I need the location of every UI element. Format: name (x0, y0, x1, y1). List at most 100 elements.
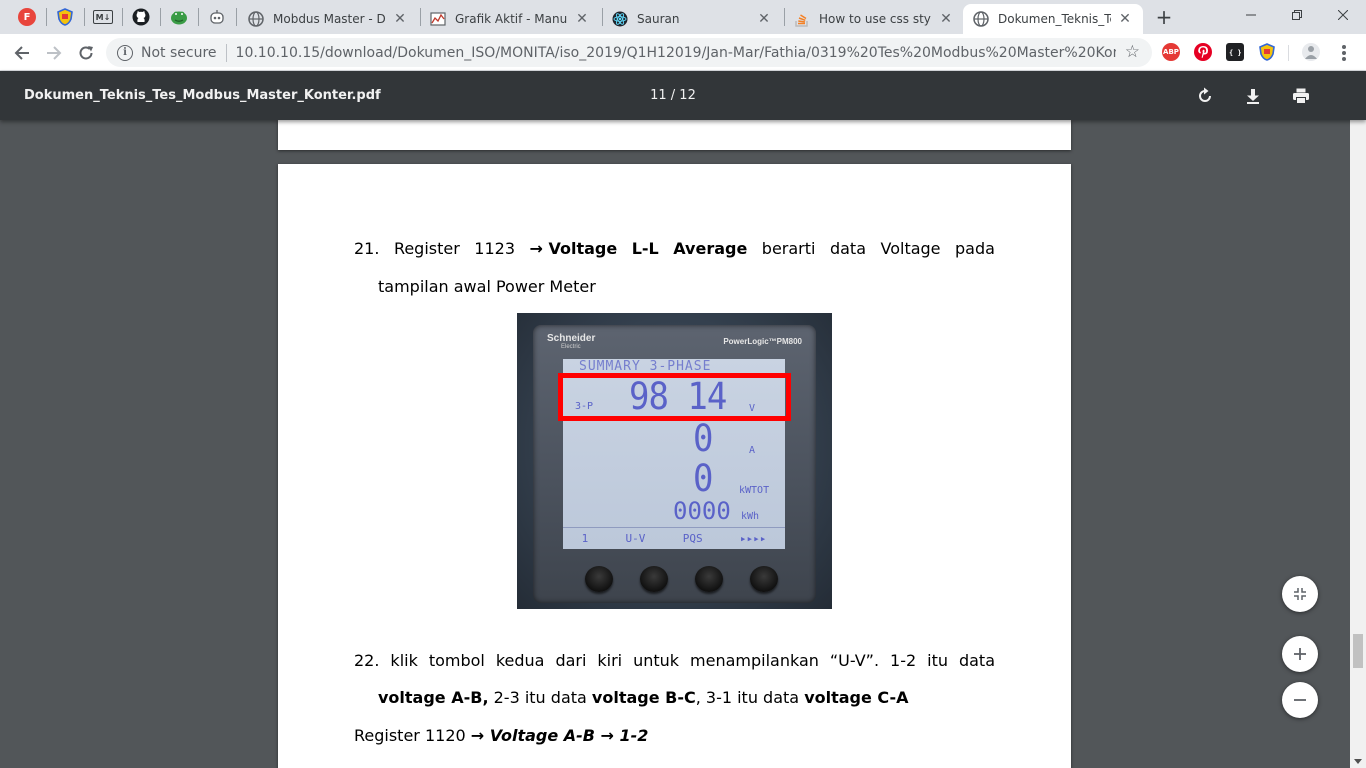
globe-icon (248, 11, 264, 27)
close-icon[interactable]: ✕ (1117, 11, 1133, 27)
rotate-button[interactable] (1192, 83, 1218, 109)
info-icon[interactable]: i (117, 44, 133, 61)
stackoverflow-icon (794, 11, 810, 27)
reload-icon (79, 46, 93, 60)
minimize-button[interactable] (1228, 0, 1274, 30)
lcd-row4-value: 0000 (673, 497, 731, 525)
text-word: Average (673, 239, 748, 258)
pinned-tab-firefox[interactable]: F (9, 4, 45, 30)
pdf-page: 21. Register 1123 → Voltage L-L Average … (278, 164, 1071, 768)
fit-to-page-button[interactable] (1282, 576, 1318, 612)
shield-icon (56, 8, 74, 26)
close-icon[interactable]: ✕ (756, 11, 772, 27)
rotate-icon (1199, 87, 1211, 102)
svg-text:{ }: { } (1229, 49, 1241, 56)
tab-how-to-use-css[interactable]: How to use css style in ✕ (784, 4, 964, 34)
profile-avatar-icon[interactable] (1302, 43, 1320, 61)
close-icon[interactable]: ✕ (574, 11, 590, 27)
register-line: Register 1120 → Voltage A-B → 1-2 (354, 726, 648, 745)
tab-title: Dokumen_Teknis_Tes_ (998, 12, 1111, 26)
zoom-in-button[interactable] (1282, 636, 1318, 672)
text-word: → Voltage (529, 239, 618, 258)
download-icon (1247, 89, 1259, 104)
text-word: Register (393, 239, 460, 258)
pinterest-icon[interactable] (1194, 43, 1212, 61)
download-button[interactable] (1240, 83, 1266, 109)
tab-title: Sauran (637, 12, 680, 26)
softkey-label: PQS (682, 532, 703, 545)
lcd-header: SUMMARY 3-PHASE (579, 359, 712, 374)
text-run: , 3-1 itu data (695, 688, 805, 707)
list-number: 22. (354, 651, 380, 670)
pinned-tab-github[interactable] (123, 4, 159, 30)
text-word: kiri (597, 651, 623, 670)
text-run: → Voltage A-B → 1-2 (470, 726, 649, 745)
softkey-label: 1 (581, 532, 589, 545)
item-22-line-2: voltage A-B, 2-3 itu data voltage B-C, 3… (378, 688, 909, 707)
restore-icon (1292, 10, 1302, 20)
chart-image-icon (430, 11, 446, 27)
new-tab-button[interactable]: + (1152, 6, 1176, 30)
restore-button[interactable] (1274, 0, 1320, 30)
text-word: kedua (495, 651, 545, 670)
text-word: klik (390, 651, 418, 670)
github-icon (132, 8, 150, 26)
reload-button[interactable] (72, 39, 100, 67)
item-22-line-1: 22. klik tombol kedua dari kiri untuk me… (354, 651, 995, 670)
security-label: Not secure (141, 44, 217, 61)
text-word: menampilankan (690, 651, 819, 670)
tab-mobdus-master[interactable]: Mobdus Master - Doc ✕ (238, 4, 418, 34)
item-21-line-1: 21. Register 1123 → Voltage L-L Average … (354, 239, 995, 258)
meter-button (585, 566, 613, 592)
text-word: data (829, 239, 867, 258)
tab-title: How to use css style in (819, 12, 932, 26)
pinned-tab-shield[interactable] (47, 4, 83, 30)
tab-grafik-aktif[interactable]: Grafik Aktif - Manual ✕ (420, 4, 600, 34)
json-viewer-icon[interactable]: { } (1226, 43, 1244, 61)
text-word: Voltage (880, 239, 941, 258)
highlight-box (558, 373, 791, 421)
fit-page-icon (1294, 588, 1306, 600)
close-icon[interactable]: ✕ (938, 11, 954, 27)
address-bar[interactable]: i Not secure 10.10.10.15/download/Dokume… (106, 38, 1152, 67)
back-button[interactable] (8, 39, 36, 67)
pinned-tab-markdown[interactable]: M↓ (85, 4, 121, 30)
url-text[interactable]: 10.10.10.15/download/Dokumen_ISO/MONITA/… (236, 45, 1116, 61)
scroll-down-arrow-icon[interactable] (1354, 759, 1362, 764)
minimize-icon (1246, 14, 1256, 16)
text-word: berarti (761, 239, 816, 258)
tab-separator (236, 8, 237, 26)
forward-button[interactable] (40, 39, 68, 67)
pinned-tab-frog[interactable] (161, 4, 197, 30)
power-meter-photo: Schneider Electric PowerLogic™PM800 SUMM… (517, 313, 832, 609)
divider (1288, 45, 1289, 61)
zoom-out-button[interactable] (1282, 682, 1318, 718)
softkey-label: ▸▸▸▸ (739, 532, 767, 545)
meter-button (640, 566, 668, 592)
bookmark-star-icon[interactable]: ☆ (1125, 42, 1140, 62)
vertical-scrollbar[interactable] (1350, 71, 1366, 768)
page-indicator[interactable]: 11 / 12 (600, 88, 746, 103)
pdf-viewport[interactable]: 21. Register 1123 → Voltage L-L Average … (0, 120, 1350, 768)
pinned-tab-robot[interactable] (199, 4, 235, 30)
text-run: voltage C-A (804, 688, 909, 707)
tab-title: Mobdus Master - Doc (273, 12, 386, 26)
tab-sauran[interactable]: Sauran ✕ (602, 4, 782, 34)
lcd-row2-unit: A (749, 445, 756, 456)
text-word: dari (555, 651, 587, 670)
meter-model: PowerLogic™PM800 (723, 337, 802, 346)
shield-icon[interactable] (1258, 43, 1276, 61)
browser-toolbar: i Not secure 10.10.10.15/download/Dokume… (0, 34, 1366, 71)
close-icon (1338, 10, 1348, 20)
text-run: voltage B-C (591, 688, 696, 707)
adblock-plus-icon[interactable]: ABP (1162, 43, 1180, 61)
close-window-button[interactable] (1320, 0, 1366, 30)
print-button[interactable] (1288, 83, 1314, 109)
pdf-toolbar: Dokumen_Teknis_Tes_Modbus_Master_Konter.… (0, 71, 1366, 120)
arrow-left-icon (14, 46, 29, 60)
scrollbar-thumb[interactable] (1353, 634, 1363, 668)
pdf-filename: Dokumen_Teknis_Tes_Modbus_Master_Konter.… (24, 88, 381, 103)
close-icon[interactable]: ✕ (392, 11, 408, 27)
tab-dokumen-teknis[interactable]: Dokumen_Teknis_Tes_ ✕ (963, 4, 1143, 34)
menu-kebab-icon[interactable] (1336, 43, 1352, 63)
